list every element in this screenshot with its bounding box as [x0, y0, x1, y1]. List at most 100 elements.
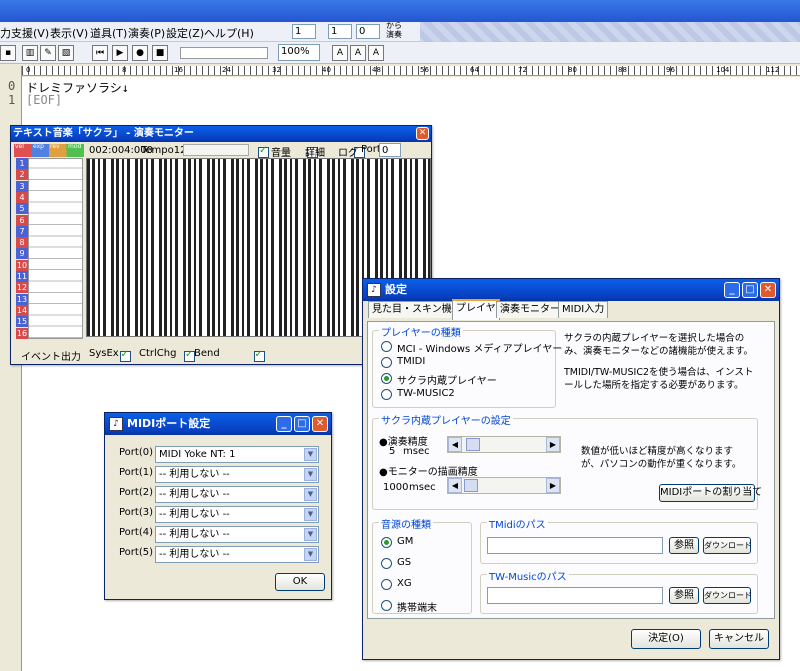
zoom-select[interactable]: 100%: [278, 44, 320, 61]
minimize-icon[interactable]: _: [276, 416, 292, 432]
sound-label: 音量: [271, 148, 291, 159]
maximize-icon[interactable]: □: [742, 282, 758, 298]
channel-label: 10: [16, 259, 28, 271]
log-label: ログ: [338, 148, 358, 159]
image-icon[interactable]: ▧: [58, 45, 74, 61]
close-icon[interactable]: ✕: [416, 127, 429, 140]
port-5-select[interactable]: -- 利用しない -- ▼: [155, 546, 319, 563]
sysex-checkbox[interactable]: [119, 349, 131, 362]
channel-label: 16: [16, 327, 28, 339]
font-size-icon[interactable]: A: [368, 45, 384, 61]
ruler-mark: 64: [470, 66, 479, 74]
monitor-precision-value: 1000: [383, 482, 409, 493]
port-3-label: Port(3): [119, 507, 153, 518]
port-0-select[interactable]: MIDI Yoke NT: 1 ▼: [155, 446, 319, 463]
port-1-label: Port(1): [119, 467, 153, 478]
ok-button[interactable]: 決定(O): [631, 629, 701, 649]
port-2-select[interactable]: -- 利用しない -- ▼: [155, 486, 319, 503]
precision-slider[interactable]: ◀ ▶: [447, 436, 561, 453]
line-number: 1: [8, 93, 16, 107]
channel-label: 4: [16, 191, 28, 203]
port-3-select[interactable]: -- 利用しない -- ▼: [155, 506, 319, 523]
player-tmidi-label: TMIDI: [397, 356, 426, 367]
transpose-icon[interactable]: A: [332, 45, 348, 61]
ruler-mark: 104: [716, 66, 730, 74]
midi-port-window: MIDIポート設定 ♪ _ □ ✕ Port(0) MIDI Yoke NT: …: [104, 412, 332, 600]
player-internal-radio[interactable]: [381, 373, 392, 384]
ruler-mark: 16: [174, 66, 183, 74]
chevron-down-icon: ▼: [304, 468, 317, 481]
ruler-mark: 88: [618, 66, 627, 74]
slider-thumb[interactable]: [466, 438, 480, 451]
chevron-left-icon[interactable]: ◀: [448, 478, 462, 493]
detail-label: 詳細: [305, 148, 325, 159]
source-gm-radio[interactable]: [381, 537, 392, 548]
source-gs-radio[interactable]: [381, 558, 392, 569]
channel-label: 2: [16, 169, 28, 181]
play-icon[interactable]: ▶: [112, 45, 128, 61]
tmidi-browse-button[interactable]: 参照: [669, 537, 699, 554]
port-1-select[interactable]: -- 利用しない -- ▼: [155, 466, 319, 483]
tmidi-path-input[interactable]: [487, 537, 663, 554]
precision-value: 5: [389, 446, 396, 457]
record-icon[interactable]: ●: [132, 45, 148, 61]
sound-checkbox[interactable]: [258, 145, 269, 158]
monitor-precision-slider[interactable]: ◀ ▶: [447, 477, 561, 494]
twmusic-download-button[interactable]: ダウンロード: [703, 587, 752, 604]
ok-button[interactable]: OK: [275, 573, 325, 591]
channel-label: 9: [16, 248, 28, 260]
close-icon[interactable]: ✕: [312, 416, 328, 432]
player-mci-label: MCI - Windows メディアプレイヤー: [397, 344, 563, 355]
stop-icon[interactable]: ■: [152, 45, 168, 61]
minimize-icon[interactable]: _: [724, 282, 740, 298]
source-mobile-radio[interactable]: [381, 600, 392, 611]
spin-measure[interactable]: 1: [292, 24, 316, 39]
port-select[interactable]: 0: [379, 143, 401, 157]
spin-beat[interactable]: 1: [328, 24, 352, 39]
menu-item-help[interactable]: ヘルプ(H): [204, 25, 254, 41]
player-tmidi-radio[interactable]: [381, 357, 392, 368]
source-xg-radio[interactable]: [381, 579, 392, 590]
port-3-value: -- 利用しない --: [159, 509, 230, 520]
edit-icon[interactable]: ▪: [0, 45, 16, 61]
menu-item-view[interactable]: 表示(V): [50, 25, 88, 41]
port-2-value: -- 利用しない --: [159, 489, 230, 500]
chevron-left-icon[interactable]: ◀: [448, 437, 462, 452]
maximize-icon[interactable]: □: [294, 416, 310, 432]
toolbar: ▪ ▥ ✎ ▧ ⏮ ▶ ● ■ 100% A A A: [0, 42, 800, 64]
twmusic-path-input[interactable]: [487, 587, 663, 604]
slider-thumb[interactable]: [464, 479, 478, 492]
pencil-icon[interactable]: ✎: [40, 45, 56, 61]
ruler-mark: 32: [272, 66, 281, 74]
port-4-select[interactable]: -- 利用しない -- ▼: [155, 526, 319, 543]
spin-tick[interactable]: 0: [356, 24, 380, 39]
tab-player[interactable]: プレイヤ: [452, 299, 500, 320]
position-slider[interactable]: [180, 47, 268, 59]
ruler-mark: 72: [518, 66, 527, 74]
menu-item-play[interactable]: 演奏(P): [128, 25, 165, 41]
channel-column: 1 2 3 4 5 6 7 8 9 10 11 12 13 14 15 16: [14, 158, 28, 339]
player-twmusic-radio[interactable]: [381, 389, 392, 400]
seek-slider[interactable]: [183, 144, 249, 156]
player-mci-radio[interactable]: [381, 341, 392, 352]
chevron-right-icon[interactable]: ▶: [546, 478, 560, 493]
font-icon[interactable]: A: [350, 45, 366, 61]
tab-monitor[interactable]: 演奏モニター: [496, 301, 564, 318]
menu-item-input-support[interactable]: 力支援(V): [0, 25, 49, 41]
tmidi-download-button[interactable]: ダウンロード: [703, 537, 752, 554]
player-type-title: プレイヤーの種類: [379, 324, 463, 339]
ctrlchg-label: CtrlChg: [139, 348, 177, 359]
tab-midi-input[interactable]: MIDI入力: [558, 301, 609, 318]
cancel-button[interactable]: キャンセル: [709, 629, 769, 649]
piano-roll-icon[interactable]: ▥: [22, 45, 38, 61]
port-4-label: Port(4): [119, 527, 153, 538]
bend-checkbox[interactable]: [253, 349, 265, 362]
port-0-label: Port(0): [119, 447, 153, 458]
chevron-right-icon[interactable]: ▶: [546, 437, 560, 452]
twmusic-browse-button[interactable]: 参照: [669, 587, 699, 604]
close-icon[interactable]: ✕: [760, 282, 776, 298]
menu-item-tools[interactable]: 道具(T): [90, 25, 127, 41]
rewind-icon[interactable]: ⏮: [92, 45, 108, 61]
assign-midi-port-button[interactable]: MIDIポートの割り当て: [659, 484, 762, 502]
menu-item-settings[interactable]: 設定(Z): [166, 25, 204, 41]
